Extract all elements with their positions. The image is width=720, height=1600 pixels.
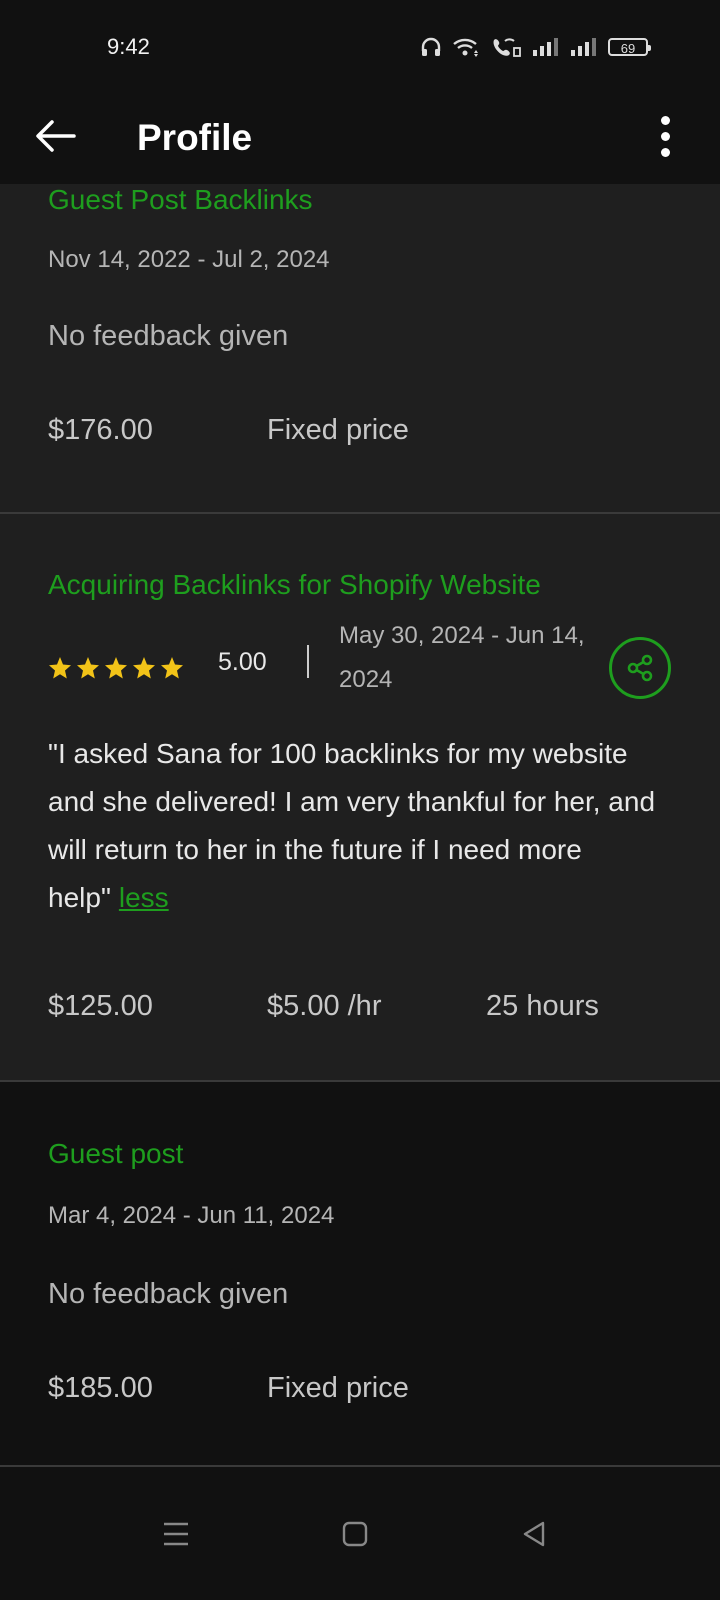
battery-icon: 69 <box>608 38 651 56</box>
job-date-range: Nov 14, 2022 - Jul 2, 2024 <box>48 246 330 273</box>
more-vert-icon[interactable] <box>650 106 680 166</box>
signal-icon <box>533 38 558 56</box>
app-bar: Profile <box>0 92 720 184</box>
back-arrow-icon <box>36 120 76 152</box>
nav-home-icon <box>342 1521 368 1547</box>
job-date-range: May 30, 2024 - Jun 14, 2024 <box>339 622 585 693</box>
job-hourly-rate: $5.00 /hr <box>267 990 382 1022</box>
job-card: Guest post Mar 4, 2024 - Jun 11, 2024 No… <box>0 1082 720 1468</box>
status-time: 9:42 <box>107 34 150 59</box>
review-text: "I asked Sana for 100 backlinks for my w… <box>48 730 668 922</box>
star-icon <box>105 657 127 679</box>
job-price-type: Fixed price <box>267 414 409 446</box>
job-title[interactable]: Acquiring Backlinks for Shopify Website <box>48 569 541 601</box>
nav-back-button[interactable] <box>516 1516 552 1552</box>
share-icon <box>627 654 653 682</box>
signal-icon <box>571 38 596 56</box>
system-nav-bar <box>0 1468 720 1600</box>
status-icons: 69 <box>420 36 651 58</box>
job-price: $185.00 <box>48 1372 153 1404</box>
star-rating <box>48 656 184 680</box>
job-hours: 25 hours <box>486 990 599 1022</box>
star-icon <box>49 657 71 679</box>
job-title[interactable]: Guest post <box>48 1138 183 1170</box>
job-price: $125.00 <box>48 990 153 1022</box>
job-feedback: No feedback given <box>48 320 289 352</box>
job-price-type: Fixed price <box>267 1372 409 1404</box>
job-date-range: Mar 4, 2024 - Jun 11, 2024 <box>48 1202 335 1229</box>
star-icon <box>133 657 155 679</box>
share-button[interactable] <box>609 637 671 699</box>
star-icon <box>161 657 183 679</box>
headphones-icon <box>421 37 441 56</box>
rating-value: 5.00 <box>218 648 267 676</box>
back-button[interactable] <box>30 110 82 162</box>
nav-menu-icon <box>164 1522 188 1546</box>
separator <box>307 645 309 678</box>
divider <box>0 1465 720 1467</box>
nav-menu-button[interactable] <box>158 1516 194 1552</box>
star-icon <box>77 657 99 679</box>
less-link[interactable]: less <box>119 882 169 913</box>
job-title[interactable]: Guest Post Backlinks <box>48 184 313 216</box>
job-feedback: No feedback given <box>48 1278 289 1310</box>
wifi-call-icon <box>493 38 521 57</box>
status-bar: 9:42 69 <box>0 0 720 92</box>
nav-home-button[interactable] <box>337 1516 373 1552</box>
page-title: Profile <box>137 117 253 158</box>
job-card: Acquiring Backlinks for Shopify Website … <box>0 514 720 1082</box>
job-price: $176.00 <box>48 414 153 446</box>
job-card: Guest Post Backlinks Nov 14, 2022 - Jul … <box>0 184 720 514</box>
nav-back-icon <box>523 1521 545 1547</box>
wifi-icon <box>453 38 478 57</box>
